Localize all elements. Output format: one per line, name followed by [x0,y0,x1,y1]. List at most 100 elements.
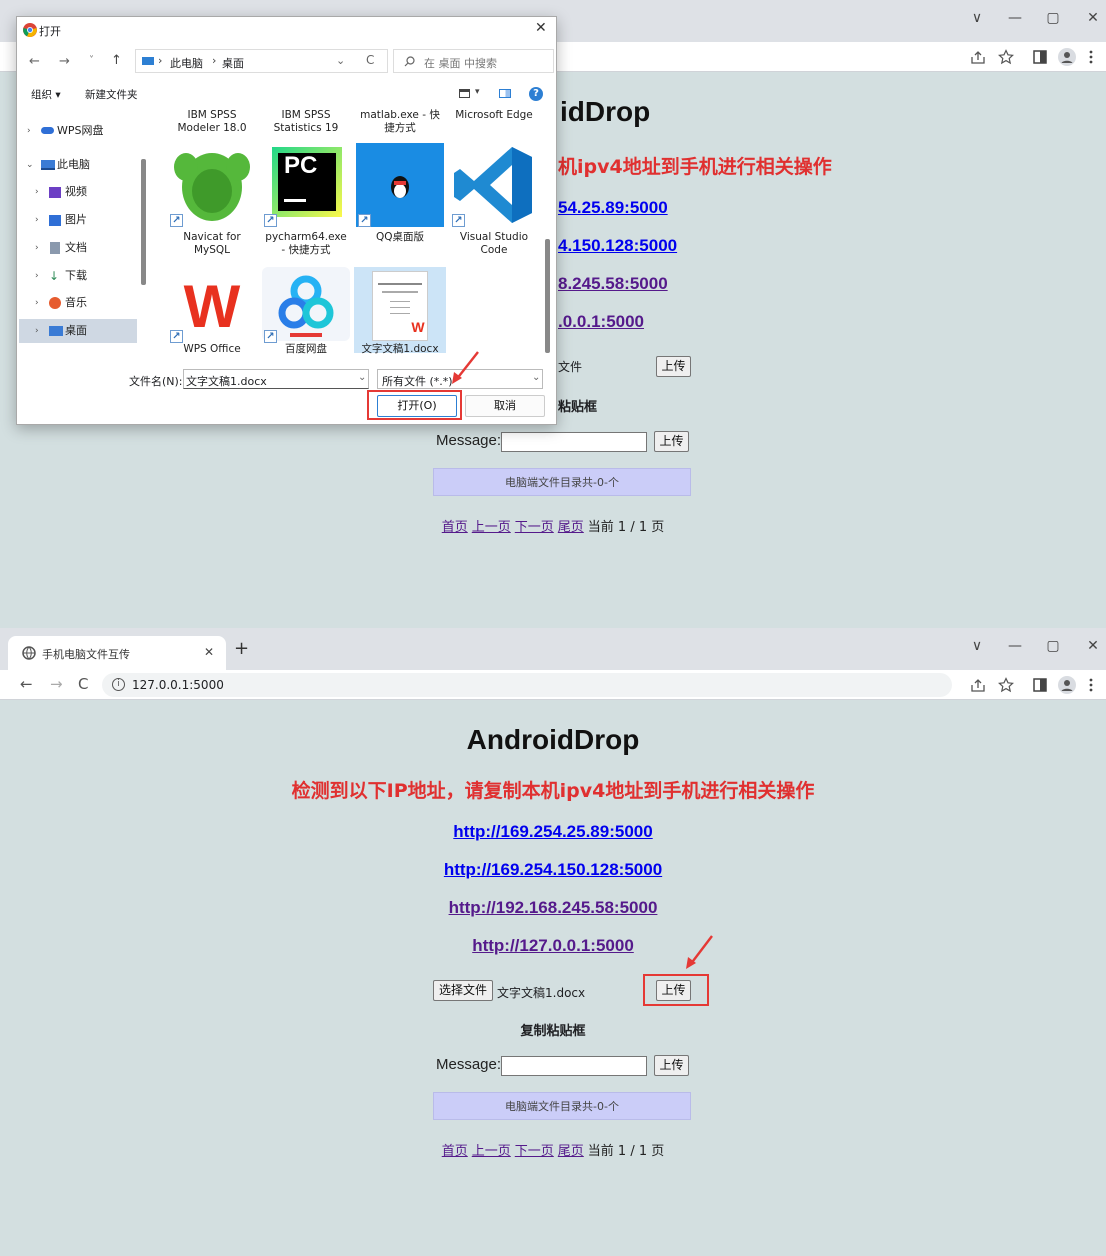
tree-item-downloads[interactable]: › ↓ 下载 [17,264,137,288]
filename-label: 文件名(N): [129,375,183,388]
choose-file-button[interactable]: 选择文件 [433,980,493,1001]
next-page-link[interactable]: 下一页 [515,1144,554,1159]
back-icon[interactable]: ← [20,675,33,693]
minimize-icon[interactable]: — [1004,638,1026,654]
ip-link[interactable]: http://192.168.245.58:5000 [449,898,658,917]
back-icon[interactable]: ← [29,54,40,69]
ip-link[interactable]: http://169.254.150.128:5000 [444,860,662,879]
cancel-button[interactable]: 取消 [465,395,545,417]
restore-icon[interactable]: ▢ [1042,10,1064,26]
tree-item-desktop[interactable]: › 桌面 [19,319,137,343]
file-tile-edge[interactable]: Microsoft Edge [450,109,538,122]
filename-dropdown-icon[interactable]: ⌄ [358,372,366,383]
message-input[interactable] [501,1056,647,1076]
up-icon[interactable]: ↑ [111,53,122,68]
file-tile-qq[interactable]: ↗ QQ桌面版 [356,143,444,257]
restore-icon[interactable]: ▢ [1042,638,1064,654]
globe-icon [22,646,36,660]
message-input[interactable] [501,432,647,452]
reload-icon[interactable]: C [78,675,88,693]
tab-close-icon[interactable]: ✕ [204,645,214,659]
path-segment[interactable]: 此电脑 [170,55,203,71]
upload-message-button[interactable]: 上传 [654,1055,689,1076]
page-indicator: 当前 1 / 1 页 [587,520,665,535]
view-mode-icon[interactable] [459,89,470,98]
tab-search-icon[interactable]: ∨ [966,10,988,26]
file-grid-scrollbar[interactable] [545,239,550,353]
organize-menu[interactable]: 组织 ▾ [31,87,61,102]
shortcut-arrow-icon: ↗ [358,214,371,227]
star-icon[interactable] [998,49,1014,65]
new-folder-button[interactable]: 新建文件夹 [85,87,138,102]
upload-file-button[interactable]: 上传 [656,356,691,377]
info-icon[interactable]: i [112,678,125,691]
sidebar-icon[interactable] [1033,50,1047,64]
help-icon[interactable]: ? [529,87,543,101]
refresh-icon[interactable]: C [366,53,374,67]
desktop-icon [49,326,63,336]
clipboard-heading: 粘贴框 [558,400,598,415]
star-icon[interactable] [998,677,1014,693]
file-tile-vscode[interactable]: ↗ Visual Studio Code [450,143,538,257]
tree-item-music[interactable]: › 音乐 [17,291,137,315]
upload-message-button[interactable]: 上传 [654,431,689,452]
preview-pane-icon[interactable] [499,89,511,98]
tree-item-this-pc[interactable]: ⌄ 此电脑 [17,153,137,177]
last-page-link[interactable]: 尾页 [558,1144,584,1159]
address-dropdown-icon[interactable]: ⌄ [336,54,345,67]
forward-icon[interactable]: → [50,675,63,693]
ip-link[interactable]: 8.245.58:5000 [558,274,668,294]
profile-icon[interactable] [1058,676,1076,694]
forward-icon[interactable]: → [59,54,70,69]
minimize-icon[interactable]: — [1004,10,1026,26]
path-segment[interactable]: 桌面 [222,55,244,71]
file-directory-box: 电脑端文件目录共-0-个 [433,1092,691,1120]
prev-page-link[interactable]: 上一页 [472,520,511,535]
file-tile-pycharm[interactable]: PC ↗ pycharm64.exe - 快捷方式 [262,143,350,257]
ip-link[interactable]: .0.0.1:5000 [558,312,644,332]
last-page-link[interactable]: 尾页 [558,520,584,535]
file-tile-navicat[interactable]: ↗ Navicat for MySQL [168,143,256,257]
prev-page-link[interactable]: 上一页 [472,1144,511,1159]
tree-scrollbar[interactable] [141,159,146,285]
file-tile-spss-modeler[interactable]: IBM SPSS Modeler 18.0 [168,109,256,135]
next-page-link[interactable]: 下一页 [515,520,554,535]
ip-link[interactable]: http://127.0.0.1:5000 [472,936,634,955]
menu-icon[interactable] [1088,49,1094,65]
ip-link[interactable]: 4.150.128:5000 [558,236,677,256]
share-icon[interactable] [970,50,986,64]
new-tab-icon[interactable]: + [234,638,249,659]
dialog-close-icon[interactable]: ✕ [535,20,547,36]
ip-link[interactable]: http://169.254.25.89:5000 [453,822,652,841]
file-tile-matlab[interactable]: matlab.exe - 快捷方式 [356,109,444,135]
search-box[interactable]: 在 桌面 中搜索 [393,49,554,73]
close-window-icon[interactable]: ✕ [1082,10,1104,26]
file-directory-box: 电脑端文件目录共-0-个 [433,468,691,496]
address-bar[interactable]: › 此电脑 › 桌面 ⌄ C [135,49,388,73]
file-tile-wps[interactable]: W ↗ WPS Office [168,267,256,355]
shortcut-arrow-icon: ↗ [264,330,277,343]
tree-item-wps-cloud[interactable]: › WPS网盘 [17,119,137,143]
sidebar-icon[interactable] [1033,678,1047,692]
file-tile-docx-selected[interactable]: W 文字文稿1.docx [354,267,446,355]
recent-chevron-icon[interactable]: ˅ [89,55,94,66]
tab-search-icon[interactable]: ∨ [966,638,988,654]
filename-input[interactable]: 文字文稿1.docx ⌄ [183,369,369,389]
menu-icon[interactable] [1088,677,1094,693]
browser-tab-active[interactable]: 手机电脑文件互传 ✕ [8,636,226,670]
ip-link[interactable]: 54.25.89:5000 [558,198,668,218]
view-dropdown-icon[interactable]: ▾ [475,87,480,97]
first-page-link[interactable]: 首页 [442,1144,468,1159]
address-bar[interactable]: i 127.0.0.1:5000 [102,673,952,697]
profile-icon[interactable] [1058,48,1076,66]
close-window-icon[interactable]: ✕ [1082,638,1104,654]
chrome-logo-icon [23,23,37,37]
baidu-netdisk-icon: ↗ [262,267,350,343]
file-tile-baidu[interactable]: ↗ 百度网盘 [262,267,350,355]
file-tile-spss-statistics[interactable]: IBM SPSS Statistics 19 [262,109,350,135]
tree-item-documents[interactable]: › 文档 [17,236,137,260]
tree-item-videos[interactable]: › 视频 [17,180,137,204]
tree-item-pictures[interactable]: › 图片 [17,208,137,232]
first-page-link[interactable]: 首页 [442,520,468,535]
share-icon[interactable] [970,678,986,692]
